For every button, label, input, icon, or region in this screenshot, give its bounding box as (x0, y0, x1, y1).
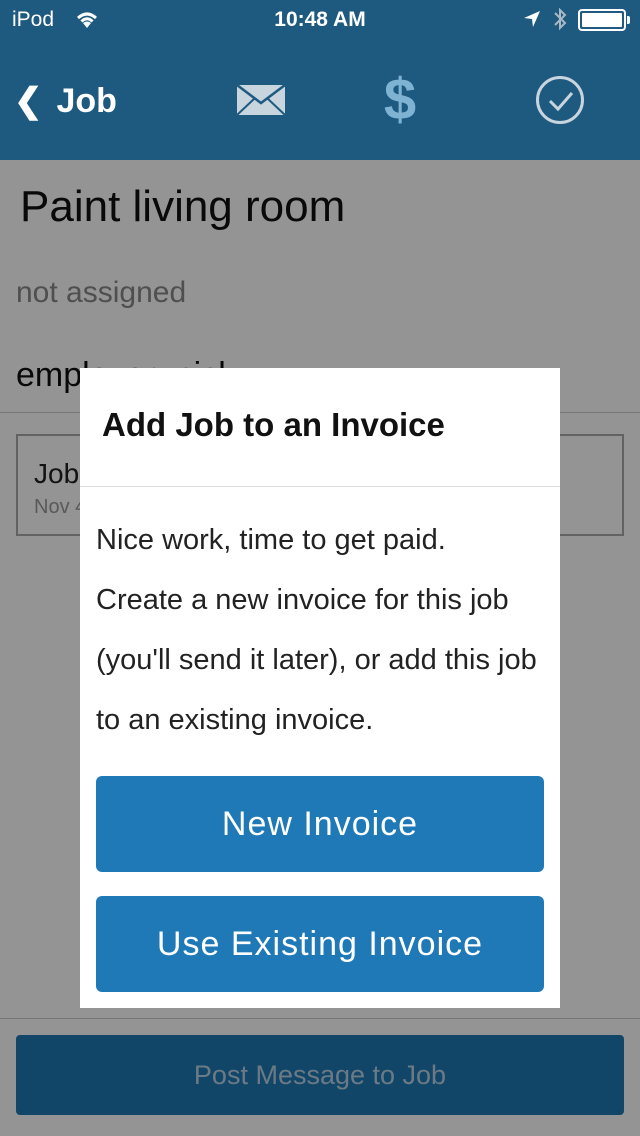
bluetooth-icon (554, 7, 567, 31)
battery-icon (578, 9, 630, 31)
status-bar: iPod 10:48 AM (0, 0, 640, 40)
checkmark-icon (548, 92, 574, 112)
back-label: Job (56, 81, 117, 120)
invoice-modal: Add Job to an Invoice Nice work, time to… (80, 368, 560, 1008)
new-invoice-button[interactable]: New Invoice (96, 776, 544, 872)
chevron-left-icon: ❮ (14, 82, 43, 120)
mail-icon[interactable] (236, 84, 286, 116)
check-circle-icon[interactable] (536, 76, 584, 124)
top-bar: iPod 10:48 AM ❮ Job $ (0, 0, 640, 160)
status-time: 10:48 AM (274, 8, 366, 31)
modal-message: Nice work, time to get paid. Create a ne… (96, 524, 537, 736)
dollar-icon[interactable]: $ (372, 70, 428, 130)
modal-divider (80, 486, 560, 487)
nav-bar: ❮ Job $ (0, 40, 640, 160)
use-existing-invoice-button[interactable]: Use Existing Invoice (96, 896, 544, 992)
location-arrow-icon (524, 11, 540, 27)
back-button[interactable]: ❮ Job (14, 76, 117, 126)
modal-title: Add Job to an Invoice (102, 406, 445, 443)
